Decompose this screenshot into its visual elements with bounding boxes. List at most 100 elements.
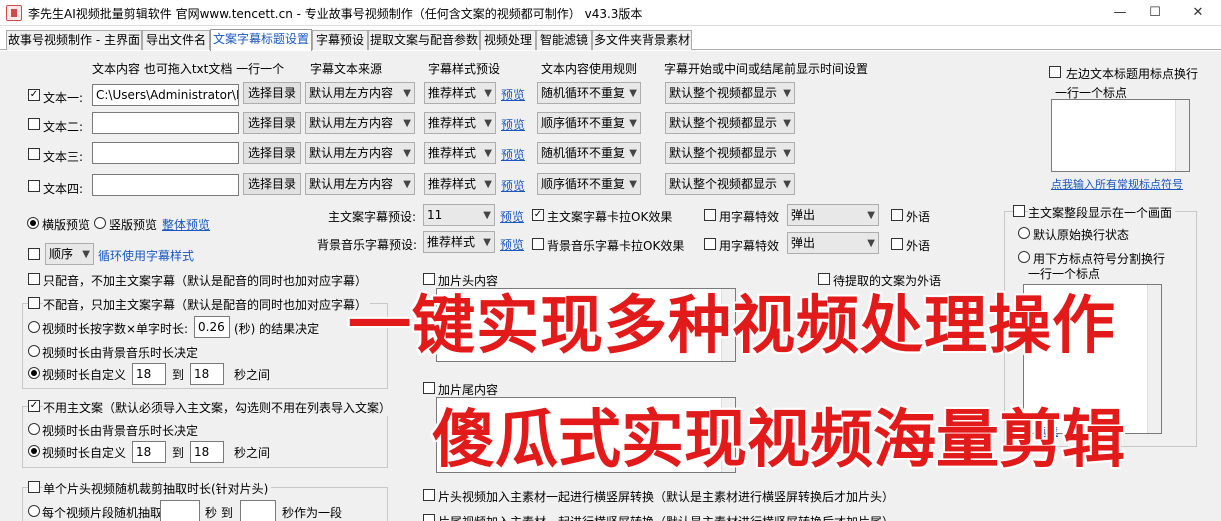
- dur-custom2-radio[interactable]: [28, 445, 40, 457]
- text2-checkbox[interactable]: [28, 118, 40, 130]
- text2-path-input[interactable]: [92, 112, 239, 134]
- order-select[interactable]: 顺序 ▼: [45, 243, 94, 265]
- text2-time-select[interactable]: 默认整个视频都显示 ▼: [665, 112, 795, 134]
- text3-preview-link[interactable]: 预览: [501, 146, 525, 163]
- bgm-outer-checkbox[interactable]: [891, 238, 903, 250]
- clip-from-input[interactable]: [160, 500, 200, 521]
- tail-convert-label: 片尾视频加入主素材一起进行横竖屏转换（默认是主素材进行横竖屏转换后才加片尾）: [438, 513, 894, 521]
- tail-convert-checkbox[interactable]: [423, 514, 435, 521]
- dur-bgm-radio[interactable]: [28, 345, 40, 357]
- main-outer-checkbox[interactable]: [891, 209, 903, 221]
- tab-multi-folder-bg[interactable]: 多文件夹背景素材: [592, 30, 692, 50]
- text3-style-select[interactable]: 推荐样式 ▼: [424, 142, 496, 164]
- main-effect-checkbox[interactable]: [704, 209, 716, 221]
- text2-source-value: 默认用左方内容: [309, 116, 394, 130]
- text3-path-input[interactable]: [92, 142, 239, 164]
- head-convert-checkbox[interactable]: [423, 489, 435, 501]
- each-clip-radio[interactable]: [28, 505, 40, 517]
- text4-style-select[interactable]: 推荐样式 ▼: [424, 173, 496, 195]
- text4-preview-link[interactable]: 预览: [501, 177, 525, 194]
- enter-punct-link[interactable]: 点我输入所有常规标点符号: [1051, 176, 1183, 192]
- text4-source-select[interactable]: 默认用左方内容 ▼: [305, 173, 415, 195]
- text3-label: 文本三:: [43, 150, 84, 164]
- header-content: 文本内容 也可拖入txt文档 一行一个: [92, 62, 285, 76]
- dur-calc-radio[interactable]: [28, 321, 40, 333]
- dub-only-checkbox[interactable]: [28, 273, 40, 285]
- single-head-checkbox[interactable]: [28, 481, 40, 493]
- horizontal-preview-radio[interactable]: [27, 217, 39, 229]
- tab-subtitle-settings[interactable]: 文案字幕标题设置: [210, 29, 312, 51]
- text2-source-select[interactable]: 默认用左方内容 ▼: [305, 112, 415, 134]
- close-button[interactable]: ✕: [1178, 3, 1218, 23]
- scrollbar[interactable]: [1175, 100, 1189, 171]
- chevron-down-icon: ▼: [783, 118, 791, 129]
- text1-preview-link[interactable]: 预览: [501, 86, 525, 103]
- dur-bgm2-radio[interactable]: [28, 423, 40, 435]
- no-dub-checkbox[interactable]: [28, 297, 40, 309]
- one-screen-checkbox[interactable]: [1013, 205, 1025, 217]
- no-main-checkbox[interactable]: ✓: [28, 400, 40, 412]
- bgm-effect-select[interactable]: 弹出 ▼: [787, 232, 879, 254]
- text4-path-input[interactable]: [92, 174, 239, 196]
- punct-textarea[interactable]: [1051, 99, 1190, 172]
- text1-style-select[interactable]: 推荐样式 ▼: [424, 82, 496, 104]
- text2-rule-select[interactable]: 顺序循环不重复 ▼: [537, 112, 641, 134]
- dur-to2-input[interactable]: 18: [190, 441, 224, 463]
- chevron-down-icon: ▼: [484, 88, 492, 99]
- tab-subtitle-presets[interactable]: 字幕预设: [312, 30, 368, 50]
- cycle-style-checkbox[interactable]: [28, 248, 40, 260]
- tab-smart-filter[interactable]: 智能滤镜: [536, 30, 592, 50]
- text4-checkbox[interactable]: [28, 180, 40, 192]
- text3-rule-select[interactable]: 随机循环不重复 ▼: [537, 142, 641, 164]
- clip-to-input[interactable]: [240, 500, 276, 521]
- text2-style-select[interactable]: 推荐样式 ▼: [424, 112, 496, 134]
- dur-from-input[interactable]: 18: [132, 363, 166, 385]
- punct-wrap-radio[interactable]: [1018, 251, 1030, 263]
- main-effect-select[interactable]: 弹出 ▼: [787, 204, 879, 226]
- punct-wrap-checkbox[interactable]: [1049, 66, 1061, 78]
- bgm-sub-preview-link[interactable]: 预览: [500, 236, 524, 253]
- text4-time-select[interactable]: 默认整个视频都显示 ▼: [665, 173, 795, 195]
- tab-extract-dubbing[interactable]: 提取文案与配音参数: [368, 30, 480, 50]
- bgm-sub-preset-select[interactable]: 推荐样式 ▼: [423, 231, 495, 253]
- text3-checkbox[interactable]: [28, 148, 40, 160]
- text1-checkbox[interactable]: ✓: [28, 89, 40, 101]
- dub-only-label: 只配音，不加主文案字幕（默认是配音的同时也加对应字幕）: [43, 274, 368, 288]
- text1-source-select[interactable]: 默认用左方内容 ▼: [305, 82, 415, 104]
- minimize-button[interactable]: —: [1100, 3, 1140, 23]
- dur-to-input[interactable]: 18: [190, 363, 224, 385]
- tab-main[interactable]: 故事号视频制作 - 主界面: [6, 30, 142, 50]
- bgm-karaoke-checkbox[interactable]: [532, 238, 544, 250]
- main-sub-preset-select[interactable]: 11 ▼: [423, 204, 495, 226]
- cycle-style-link[interactable]: 循环使用字幕样式: [98, 247, 194, 264]
- tab-export-filename[interactable]: 导出文件名: [142, 30, 210, 50]
- chevron-down-icon: ▼: [403, 118, 411, 129]
- main-sub-preview-link[interactable]: 预览: [500, 208, 524, 225]
- bgm-effect-checkbox[interactable]: [704, 238, 716, 250]
- text3-rule-value: 随机循环不重复: [541, 146, 626, 160]
- default-wrap-radio[interactable]: [1018, 227, 1030, 239]
- dur-custom-radio[interactable]: [28, 367, 40, 379]
- text4-rule-select[interactable]: 顺序循环不重复 ▼: [537, 173, 641, 195]
- text1-path-input[interactable]: C:\Users\Administrator\De: [92, 84, 239, 106]
- whole-preview-link[interactable]: 整体预览: [162, 216, 210, 233]
- text1-time-value: 默认整个视频都显示: [669, 86, 778, 100]
- text1-time-select[interactable]: 默认整个视频都显示 ▼: [665, 82, 795, 104]
- dur-calc-suffix: (秒) 的结果决定: [234, 322, 320, 336]
- dur-calc-input[interactable]: 0.26: [194, 316, 230, 338]
- scrollbar[interactable]: [1147, 285, 1161, 433]
- text2-preview-link[interactable]: 预览: [501, 116, 525, 133]
- maximize-button[interactable]: ☐: [1135, 3, 1175, 23]
- dur-from2-input[interactable]: 18: [132, 441, 166, 463]
- text4-select-dir-button[interactable]: 选择目录: [243, 173, 301, 195]
- text3-select-dir-button[interactable]: 选择目录: [243, 142, 301, 164]
- text1-select-dir-button[interactable]: 选择目录: [243, 82, 301, 104]
- vertical-preview-radio[interactable]: [94, 217, 106, 229]
- main-karaoke-checkbox[interactable]: ✓: [532, 209, 544, 221]
- text1-rule-select[interactable]: 随机循环不重复 ▼: [537, 82, 641, 104]
- text3-source-select[interactable]: 默认用左方内容 ▼: [305, 142, 415, 164]
- tab-video-processing[interactable]: 视频处理: [480, 30, 536, 50]
- between2-label: 秒之间: [234, 446, 271, 460]
- text3-time-select[interactable]: 默认整个视频都显示 ▼: [665, 142, 795, 164]
- text2-select-dir-button[interactable]: 选择目录: [243, 112, 301, 134]
